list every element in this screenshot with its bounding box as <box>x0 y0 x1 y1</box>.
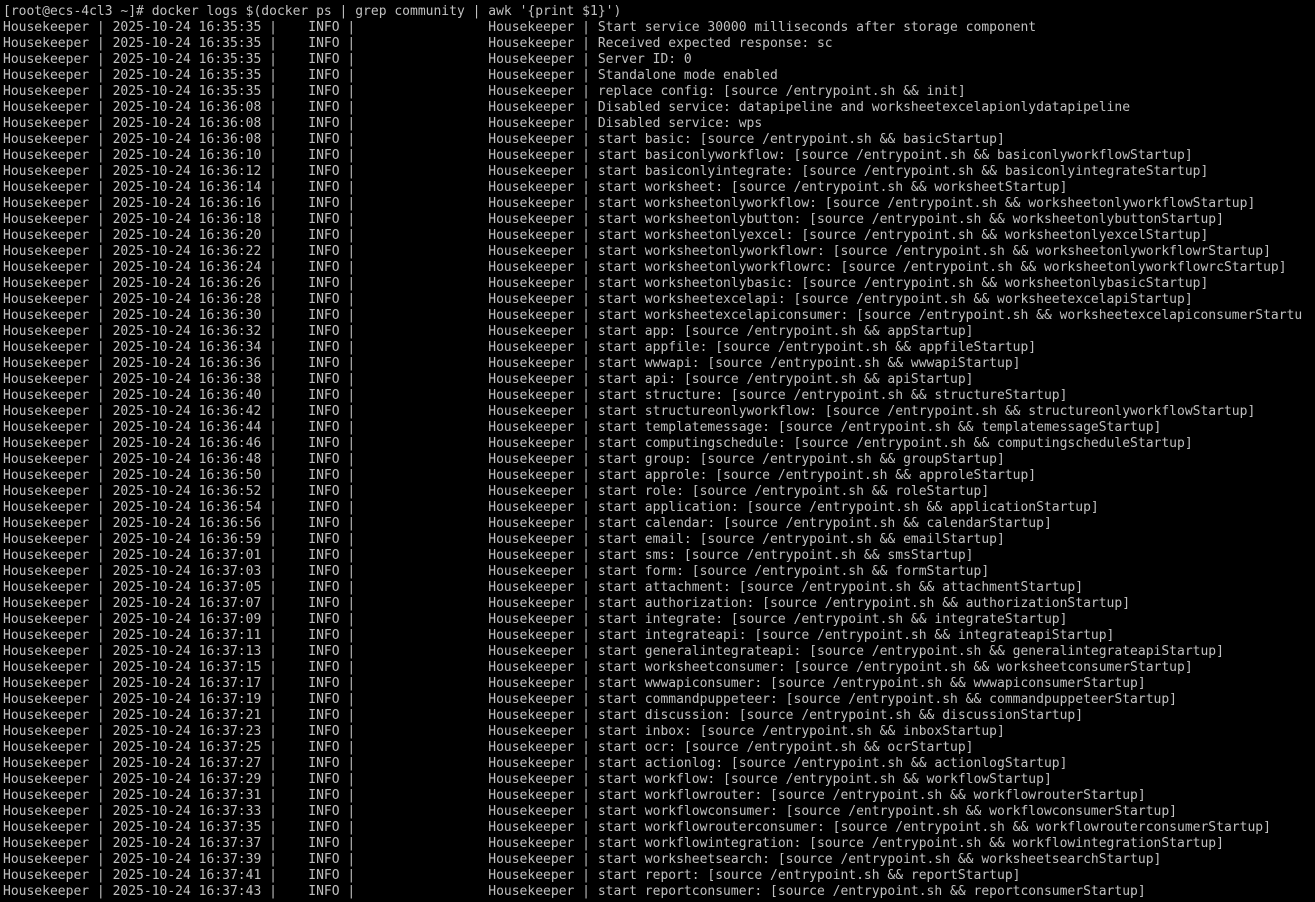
log-line: Housekeeper | 2025-10-24 16:37:31 | INFO… <box>3 788 1146 803</box>
log-line: Housekeeper | 2025-10-24 16:37:15 | INFO… <box>3 660 1193 675</box>
command-line: [root@ecs-4cl3 ~]# docker logs $(docker … <box>3 4 1315 20</box>
log-line: Housekeeper | 2025-10-24 16:37:27 | INFO… <box>3 756 1068 771</box>
log-line: Housekeeper | 2025-10-24 16:36:36 | INFO… <box>3 356 1021 371</box>
log-line: Housekeeper | 2025-10-24 16:37:23 | INFO… <box>3 724 1005 739</box>
log-line: Housekeeper | 2025-10-24 16:37:35 | INFO… <box>3 820 1271 835</box>
log-line: Housekeeper | 2025-10-24 16:36:46 | INFO… <box>3 436 1193 451</box>
log-line: Housekeeper | 2025-10-24 16:37:43 | INFO… <box>3 884 1146 899</box>
terminal-window[interactable]: [root@ecs-4cl3 ~]# docker logs $(docker … <box>0 0 1315 902</box>
log-line: Housekeeper | 2025-10-24 16:36:28 | INFO… <box>3 292 1193 307</box>
log-line: Housekeeper | 2025-10-24 16:37:25 | INFO… <box>3 740 974 755</box>
log-line: Housekeeper | 2025-10-24 16:37:03 | INFO… <box>3 564 990 579</box>
log-line: Housekeeper | 2025-10-24 16:36:12 | INFO… <box>3 164 1209 179</box>
log-line: Housekeeper | 2025-10-24 16:37:19 | INFO… <box>3 692 1177 707</box>
log-line: Housekeeper | 2025-10-24 16:37:07 | INFO… <box>3 596 1131 611</box>
log-line: Housekeeper | 2025-10-24 16:37:13 | INFO… <box>3 644 1224 659</box>
log-line: Housekeeper | 2025-10-24 16:36:50 | INFO… <box>3 468 1037 483</box>
log-line: Housekeeper | 2025-10-24 16:36:32 | INFO… <box>3 324 974 339</box>
log-output: Housekeeper | 2025-10-24 16:35:35 | INFO… <box>3 20 1315 900</box>
log-line: Housekeeper | 2025-10-24 16:37:33 | INFO… <box>3 804 1177 819</box>
log-line: Housekeeper | 2025-10-24 16:37:05 | INFO… <box>3 580 1084 595</box>
log-line: Housekeeper | 2025-10-24 16:36:20 | INFO… <box>3 228 1209 243</box>
log-line: Housekeeper | 2025-10-24 16:36:30 | INFO… <box>3 308 1303 323</box>
log-line: Housekeeper | 2025-10-24 16:36:14 | INFO… <box>3 180 1068 195</box>
log-line: Housekeeper | 2025-10-24 16:36:56 | INFO… <box>3 516 1052 531</box>
log-line: Housekeeper | 2025-10-24 16:37:39 | INFO… <box>3 852 1162 867</box>
log-line: Housekeeper | 2025-10-24 16:36:38 | INFO… <box>3 372 974 387</box>
log-line: Housekeeper | 2025-10-24 16:36:59 | INFO… <box>3 532 1005 547</box>
log-line: Housekeeper | 2025-10-24 16:36:34 | INFO… <box>3 340 1037 355</box>
log-line: Housekeeper | 2025-10-24 16:36:48 | INFO… <box>3 452 1005 467</box>
log-line: Housekeeper | 2025-10-24 16:36:44 | INFO… <box>3 420 1162 435</box>
log-line: Housekeeper | 2025-10-24 16:36:26 | INFO… <box>3 276 1209 291</box>
log-line: Housekeeper | 2025-10-24 16:36:54 | INFO… <box>3 500 1099 515</box>
log-line: Housekeeper | 2025-10-24 16:35:35 | INFO… <box>3 68 778 83</box>
log-line: Housekeeper | 2025-10-24 16:36:42 | INFO… <box>3 404 1256 419</box>
log-line: Housekeeper | 2025-10-24 16:36:10 | INFO… <box>3 148 1193 163</box>
log-line: Housekeeper | 2025-10-24 16:36:18 | INFO… <box>3 212 1224 227</box>
log-line: Housekeeper | 2025-10-24 16:37:01 | INFO… <box>3 548 974 563</box>
log-line: Housekeeper | 2025-10-24 16:36:52 | INFO… <box>3 484 990 499</box>
log-line: Housekeeper | 2025-10-24 16:37:21 | INFO… <box>3 708 1084 723</box>
log-line: Housekeeper | 2025-10-24 16:35:35 | INFO… <box>3 36 833 51</box>
terminal-output[interactable]: [root@ecs-4cl3 ~]# docker logs $(docker … <box>3 4 1315 900</box>
log-line: Housekeeper | 2025-10-24 16:35:35 | INFO… <box>3 52 692 67</box>
log-line: Housekeeper | 2025-10-24 16:36:08 | INFO… <box>3 132 1005 147</box>
log-line: Housekeeper | 2025-10-24 16:36:24 | INFO… <box>3 260 1287 275</box>
shell-prompt: [root@ecs-4cl3 ~]# <box>3 4 152 19</box>
log-line: Housekeeper | 2025-10-24 16:36:08 | INFO… <box>3 116 763 131</box>
log-line: Housekeeper | 2025-10-24 16:35:35 | INFO… <box>3 84 966 99</box>
log-line: Housekeeper | 2025-10-24 16:37:09 | INFO… <box>3 612 1068 627</box>
log-line: Housekeeper | 2025-10-24 16:37:17 | INFO… <box>3 676 1146 691</box>
log-line: Housekeeper | 2025-10-24 16:35:35 | INFO… <box>3 20 1037 35</box>
log-line: Housekeeper | 2025-10-24 16:37:37 | INFO… <box>3 836 1224 851</box>
log-line: Housekeeper | 2025-10-24 16:36:08 | INFO… <box>3 100 1131 115</box>
log-line: Housekeeper | 2025-10-24 16:37:29 | INFO… <box>3 772 1052 787</box>
log-line: Housekeeper | 2025-10-24 16:37:41 | INFO… <box>3 868 1021 883</box>
log-line: Housekeeper | 2025-10-24 16:37:11 | INFO… <box>3 628 1115 643</box>
log-line: Housekeeper | 2025-10-24 16:36:22 | INFO… <box>3 244 1271 259</box>
shell-command: docker logs $(docker ps | grep community… <box>151 4 622 19</box>
log-line: Housekeeper | 2025-10-24 16:36:40 | INFO… <box>3 388 1068 403</box>
log-line: Housekeeper | 2025-10-24 16:36:16 | INFO… <box>3 196 1256 211</box>
